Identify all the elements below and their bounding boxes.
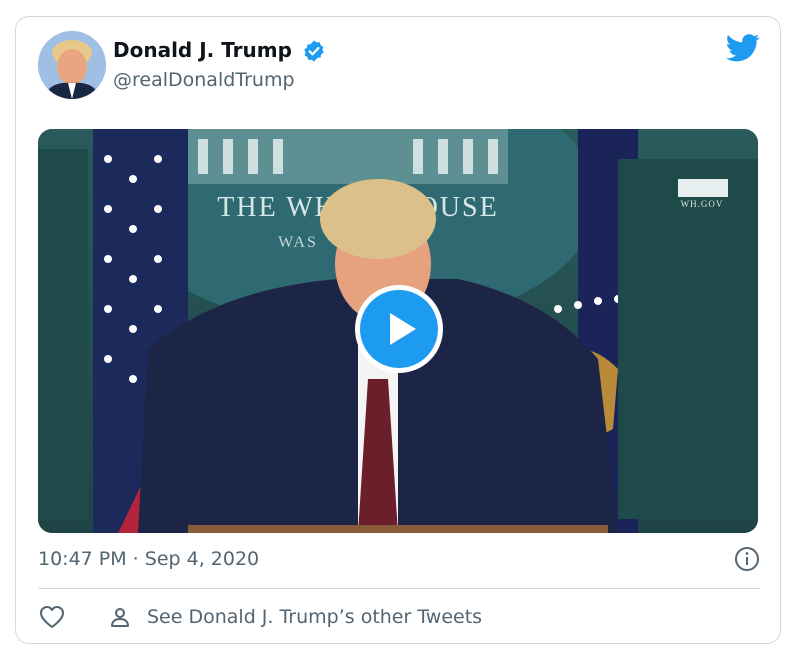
tweet-card: Donald J. Trump @realDonaldTrump THE HOU… xyxy=(15,16,781,644)
author-name[interactable]: Donald J. Trump xyxy=(113,37,292,63)
wh-gov-watermark: WH.GOV xyxy=(681,199,724,209)
verified-badge-icon xyxy=(304,40,324,62)
tweet-timestamp[interactable]: 10:47 PM · Sep 4, 2020 xyxy=(38,546,259,572)
divider xyxy=(38,588,760,589)
person-icon xyxy=(111,608,129,627)
info-icon[interactable] xyxy=(734,546,760,572)
author-avatar[interactable] xyxy=(38,31,106,99)
heart-icon[interactable] xyxy=(38,603,66,631)
author-handle[interactable]: @realDonaldTrump xyxy=(113,67,295,93)
twitter-bird-icon[interactable] xyxy=(726,33,760,63)
seal-text-line2: WAS xyxy=(278,234,318,251)
other-tweets-link[interactable]: See Donald J. Trump’s other Tweets xyxy=(108,603,482,631)
other-tweets-label: See Donald J. Trump’s other Tweets xyxy=(147,606,483,628)
play-icon[interactable] xyxy=(354,284,444,374)
